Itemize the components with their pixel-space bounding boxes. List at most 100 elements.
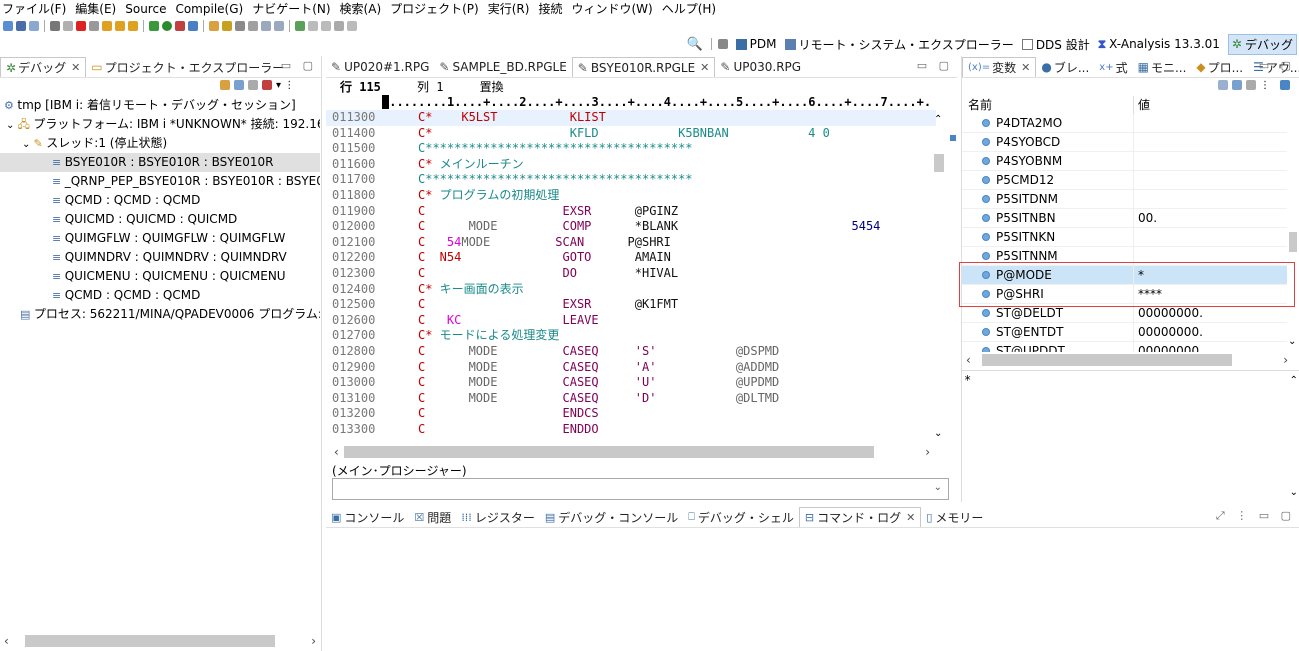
expand-icon[interactable] [234, 80, 244, 90]
menu-help[interactable]: ヘルプ(H) [662, 0, 716, 17]
variable-value[interactable] [1134, 228, 1138, 247]
menu-edit[interactable]: 編集(E) [75, 0, 116, 17]
variable-value[interactable] [1134, 190, 1138, 209]
code-line[interactable]: 012200 C N54 GOTO AMAIN [326, 250, 936, 266]
tree-item[interactable]: ⚙ tmp [IBM i: 着信リモート・デバッグ・セッション] [0, 96, 320, 115]
external-tools-icon[interactable] [175, 20, 185, 31]
new-wizard-icon[interactable] [188, 20, 198, 31]
perspective-dds[interactable]: DDS 設計 [1021, 36, 1090, 53]
code-line[interactable]: 011500 C*********************************… [326, 141, 936, 157]
tree-item[interactable]: ≡ BSYE010R : BSYE010R : BSYE010R [0, 153, 320, 172]
show-type-icon[interactable] [1218, 80, 1228, 90]
variable-value[interactable]: 00. [1134, 209, 1157, 228]
code-line[interactable]: 012800 C MODE CASEQ 'S' @DSPMD [326, 344, 936, 360]
overview-marker[interactable] [950, 135, 956, 141]
menu-compile[interactable]: Compile(G) [175, 2, 243, 16]
tree-item[interactable]: ≡ QUIMNDRV : QUIMNDRV : QUIMNDRV [0, 248, 320, 267]
column-name-header[interactable]: 名前 [962, 96, 1134, 114]
tree-item[interactable]: ≡ QUIMGFLW : QUIMGFLW : QUIMGFLW [0, 229, 320, 248]
perspective-xanalysis[interactable]: ⧗ X-Analysis 13.3.01 [1098, 37, 1220, 52]
bottom-tab[interactable]: ▯ メモリー [921, 507, 988, 527]
perspective-rse[interactable]: リモート・システム・エクスプローラー [784, 36, 1014, 53]
code-line[interactable]: 013000 C MODE CASEQ 'U' @UPDMD [326, 375, 936, 391]
variable-value[interactable] [1134, 133, 1138, 152]
perspective-debug[interactable]: ✲ デバッグ [1227, 33, 1297, 55]
minimize-maximize-icon[interactable]: ▭ ▢ [1259, 59, 1295, 72]
open-perspective-icon[interactable] [717, 39, 728, 49]
code-line[interactable]: 011600 C* メインルーチン [326, 157, 936, 173]
tab-expressions[interactable]: x+ 式 [1094, 57, 1132, 77]
column-value-header[interactable]: 値 [1134, 96, 1150, 114]
variable-row[interactable]: P5SITDNM [962, 189, 1287, 209]
tree-item[interactable]: ⌄ ✎ スレッド:1 (停止状態) [0, 134, 320, 153]
scroll-right-icon[interactable]: › [925, 445, 930, 459]
pin-editor-icon[interactable] [295, 20, 305, 31]
scroll-down-icon[interactable]: ⌄ [1288, 336, 1296, 347]
menu-window[interactable]: ウィンドウ(W) [571, 0, 652, 17]
variable-row[interactable]: P5SITNKN [962, 227, 1287, 247]
menu-file[interactable]: ファイル(F) [2, 0, 66, 17]
run-icon[interactable] [162, 20, 172, 31]
code-line[interactable]: 012100 C 54MODE SCAN P@SHRI [326, 235, 936, 251]
bottom-tab[interactable]: ⎕ デバッグ・シェル [683, 507, 799, 527]
disconnect-icon[interactable] [89, 20, 99, 31]
menu-search[interactable]: 検索(A) [340, 0, 382, 17]
tree-item[interactable]: ≡ QUICMD : QUICMD : QUICMD [0, 210, 320, 229]
code-line[interactable]: 011700 C*********************************… [326, 172, 936, 188]
new-icon[interactable] [3, 20, 13, 31]
chevron-down-icon[interactable]: ⌄ [22, 139, 34, 150]
layout-icon[interactable] [1280, 80, 1290, 90]
bottom-tab[interactable]: ⊟ コマンド・ログ ✕ [798, 507, 922, 527]
tab-project-explorer[interactable]: ▭ プロジェクト・エクスプローラー [86, 57, 289, 77]
tree-item[interactable]: ≡ QCMD : QCMD : QCMD [0, 286, 320, 305]
prev-annotation-icon[interactable] [248, 20, 258, 31]
code-line[interactable]: 012600 C KC LEAVE [326, 313, 936, 329]
code-line[interactable]: 012000 C MODE COMP *BLANK 5454 [326, 219, 936, 235]
close-icon[interactable]: ✕ [71, 61, 80, 74]
step-return-icon[interactable] [128, 20, 138, 31]
close-icon[interactable]: ✕ [1021, 61, 1030, 74]
variable-row[interactable]: P5SITNBN 00. [962, 208, 1287, 228]
code-line[interactable]: 012900 C MODE CASEQ 'A' @ADDMD [326, 360, 936, 376]
code-line[interactable]: 013200 C ENDCS [326, 406, 936, 422]
code-line[interactable]: 013300 C ENDDO [326, 422, 936, 438]
bottom-tab[interactable]: ⁞⁞⁞ レジスター [456, 507, 540, 527]
editor-tab[interactable]: ✎ BSYE010R.RPGLE ✕ [571, 57, 716, 77]
scroll-down-icon[interactable]: ⌄ [1290, 487, 1298, 498]
next-annotation-icon[interactable] [235, 20, 245, 31]
variable-value[interactable] [1134, 152, 1138, 171]
variable-row[interactable]: P4SYOBNM [962, 151, 1287, 171]
code-line[interactable]: 012300 C DO *HIVAL [326, 266, 936, 282]
scroll-thumb[interactable] [934, 154, 944, 172]
menu-run[interactable]: 実行(R) [488, 0, 530, 17]
tab-variables[interactable]: (x)= 変数 ✕ [962, 57, 1037, 77]
perspective-pdm[interactable]: PDM [735, 37, 777, 51]
editor-tab[interactable]: ✎ UP030.RPG [715, 57, 806, 77]
variable-value[interactable] [1134, 114, 1138, 133]
scroll-down-icon[interactable]: ⌄ [934, 428, 942, 439]
chevron-down-icon[interactable]: ⌄ [6, 120, 18, 131]
bottom-tab[interactable]: ☒ 問題 [409, 507, 456, 527]
scroll-thumb[interactable] [25, 635, 275, 647]
show-logical-icon[interactable] [1232, 80, 1242, 90]
debug-icon[interactable] [149, 20, 159, 31]
font-icon[interactable] [334, 20, 344, 31]
step-over-icon[interactable] [115, 20, 125, 31]
variables-vertical-scrollbar[interactable]: ⌄ [1288, 96, 1298, 347]
editor-horizontal-scrollbar[interactable]: ‹ › [332, 444, 932, 460]
menu-navigate[interactable]: ナビゲート(N) [252, 0, 330, 17]
code-line[interactable]: 013100 C MODE CASEQ 'D' @DLTMD [326, 391, 936, 407]
scroll-thumb[interactable] [344, 446, 874, 458]
view-menu-icon[interactable]: ▾ ⋮ [276, 80, 294, 91]
close-icon[interactable]: ✕ [906, 511, 915, 524]
step-into-icon[interactable] [102, 20, 112, 31]
bottom-tab[interactable]: ▣ コンソール [326, 507, 409, 527]
view-menu-icon[interactable]: ⋮ [1260, 80, 1270, 91]
editor-vertical-scrollbar[interactable]: ⌃ ⌄ [932, 110, 946, 440]
editor-tab[interactable]: ✎ UP020#1.RPG [326, 57, 434, 77]
save-all-icon[interactable] [29, 20, 39, 31]
minimize-maximize-icon[interactable]: ▭ ▢ [281, 59, 317, 72]
minimize-maximize-icon[interactable]: ⤢ ⋮ ▭ ▢ [1216, 509, 1295, 523]
code-area[interactable]: 011300 C* K5LST KLIST 011400 C* KFLD K5BNBA… [326, 110, 936, 437]
collapse-all-icon[interactable] [1246, 80, 1256, 90]
